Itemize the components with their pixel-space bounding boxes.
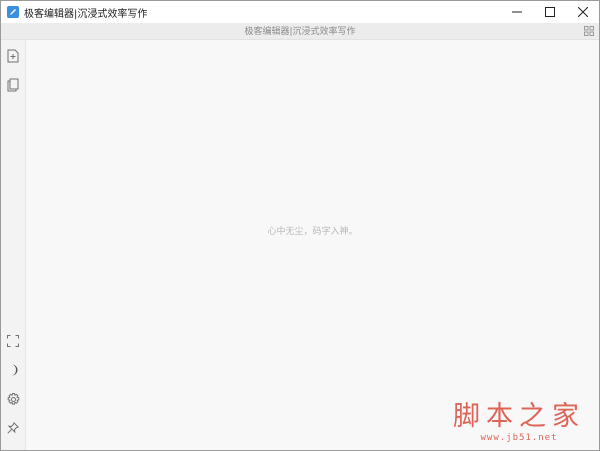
pin-icon: [7, 422, 19, 434]
new-file-button[interactable]: [5, 48, 21, 64]
grid-icon: [584, 26, 594, 36]
app-window: 极客编辑器|沉浸式效率写作 极客编辑器|沉浸式效率写作 心中无尘，码字入神。 脚…: [0, 0, 600, 451]
close-button[interactable]: [566, 1, 599, 23]
night-mode-button[interactable]: [5, 362, 21, 378]
grid-button[interactable]: [583, 25, 595, 37]
editor-placeholder: 心中无尘，码字入神。: [267, 227, 358, 237]
pin-button[interactable]: [5, 420, 21, 436]
app-logo-icon: [7, 6, 19, 18]
fullscreen-button[interactable]: [5, 333, 21, 349]
minimize-icon: [511, 11, 522, 13]
minimize-button[interactable]: [500, 1, 533, 23]
editor-header: 极客编辑器|沉浸式效率写作: [1, 23, 599, 40]
copy-document-button[interactable]: [5, 77, 21, 93]
night-mode-icon: [12, 364, 18, 376]
settings-icon: [7, 392, 19, 405]
watermark: 脚本之家 www.jb51.net: [453, 401, 585, 444]
fullscreen-icon: [7, 335, 19, 347]
editor-area[interactable]: 心中无尘，码字入神。: [26, 40, 599, 450]
window-title: 极客编辑器|沉浸式效率写作: [24, 8, 148, 20]
settings-button[interactable]: [5, 391, 21, 407]
title-bar: 极客编辑器|沉浸式效率写作: [1, 1, 599, 23]
window-controls: [500, 1, 599, 23]
maximize-icon: [544, 7, 555, 17]
new-file-icon: [7, 49, 19, 63]
left-toolbar: [1, 40, 26, 450]
copy-document-icon: [7, 78, 19, 92]
maximize-button[interactable]: [533, 1, 566, 23]
watermark-site-url: www.jb51.net: [480, 433, 558, 443]
document-title: 极客编辑器|沉浸式效率写作: [244, 27, 356, 37]
watermark-site-name: 脚本之家: [453, 401, 585, 432]
close-icon: [577, 7, 588, 17]
